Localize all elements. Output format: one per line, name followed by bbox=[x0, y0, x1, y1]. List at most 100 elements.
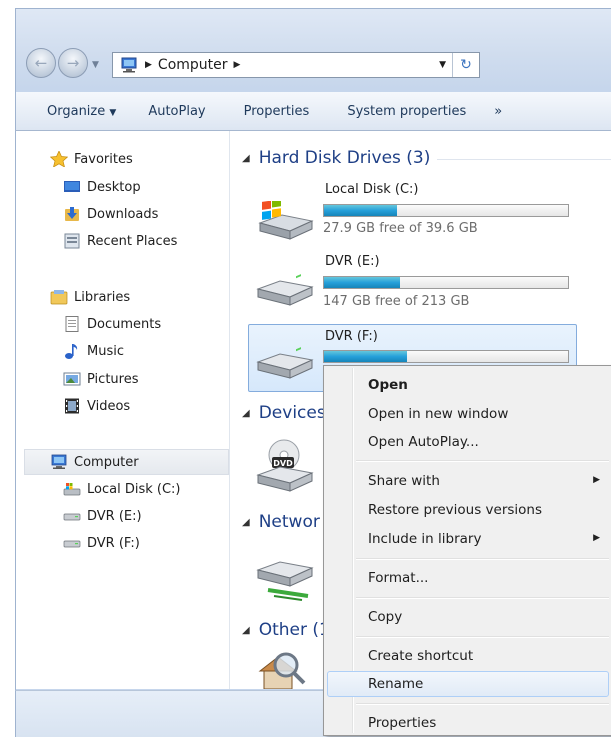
menu-item-include-in-library[interactable]: Include in library bbox=[368, 528, 481, 550]
music-icon bbox=[65, 344, 78, 359]
drive-c-usage-fill bbox=[324, 205, 398, 216]
group-header-other[interactable]: ◢ Other (1 bbox=[242, 620, 330, 640]
desktop-icon bbox=[64, 181, 80, 192]
nav-item-documents[interactable]: Documents bbox=[63, 313, 161, 335]
chevron-right-icon[interactable]: ▶ bbox=[234, 60, 241, 70]
menu-item-open[interactable]: Open bbox=[368, 374, 408, 396]
refresh-button[interactable]: ↻ bbox=[452, 53, 479, 77]
nav-item-label: Desktop bbox=[87, 179, 141, 195]
nav-item-dvr-f[interactable]: DVR (F:) bbox=[63, 532, 140, 554]
nav-favorites[interactable]: Favorites bbox=[50, 148, 133, 170]
svg-text:DVD: DVD bbox=[273, 459, 293, 468]
nav-item-label: Recent Places bbox=[87, 233, 178, 249]
properties-button[interactable]: Properties bbox=[244, 104, 310, 119]
address-segment-computer[interactable]: Computer bbox=[158, 57, 228, 73]
menu-item-open-autoplay[interactable]: Open AutoPlay... bbox=[368, 431, 479, 453]
recent-pages-dropdown[interactable]: ▼ bbox=[92, 60, 99, 70]
downloads-icon bbox=[65, 207, 79, 221]
menu-separator bbox=[356, 703, 609, 705]
collapse-triangle-icon: ◢ bbox=[242, 624, 250, 636]
menu-item-rename[interactable]: Rename bbox=[368, 673, 423, 695]
collapse-triangle-icon: ◢ bbox=[242, 516, 250, 528]
forward-button[interactable]: → bbox=[58, 48, 88, 78]
nav-item-desktop[interactable]: Desktop bbox=[63, 176, 141, 198]
nav-item-local-disk-c[interactable]: Local Disk (C:) bbox=[63, 478, 180, 500]
drive-e-usage-bar bbox=[323, 276, 569, 289]
drive-icon[interactable] bbox=[254, 346, 316, 388]
command-bar: Organize ▼ AutoPlay Properties System pr… bbox=[15, 92, 611, 131]
drive-icon bbox=[63, 513, 81, 521]
nav-libraries[interactable]: Libraries bbox=[50, 286, 130, 308]
navigation-pane: Favorites Desktop Downloads Recent Place… bbox=[15, 131, 229, 689]
collapse-triangle-icon: ◢ bbox=[242, 407, 250, 419]
group-header-network[interactable]: ◢ Networ bbox=[242, 512, 320, 532]
menu-item-properties[interactable]: Properties bbox=[368, 712, 436, 734]
menu-item-open-new-window[interactable]: Open in new window bbox=[368, 403, 508, 425]
menu-separator bbox=[356, 597, 609, 599]
network-drive-icon[interactable] bbox=[254, 556, 316, 604]
back-button[interactable]: ← bbox=[26, 48, 56, 78]
libraries-icon bbox=[50, 290, 68, 305]
menu-separator bbox=[356, 636, 609, 638]
computer-icon bbox=[51, 454, 67, 469]
computer-icon bbox=[121, 57, 137, 73]
nav-libraries-label: Libraries bbox=[74, 289, 131, 305]
group-divider bbox=[437, 159, 611, 160]
nav-computer[interactable]: Computer bbox=[50, 451, 139, 473]
group-header-hard-disks[interactable]: ◢ Hard Disk Drives (3) bbox=[242, 148, 430, 168]
address-bar[interactable]: ▶ Computer ▶ ▼ ↻ bbox=[112, 52, 480, 78]
drive-e-name[interactable]: DVR (E:) bbox=[325, 254, 380, 269]
submenu-arrow-icon: ▶ bbox=[593, 533, 600, 543]
menu-item-copy[interactable]: Copy bbox=[368, 606, 402, 628]
dvd-drive-icon[interactable]: DVD bbox=[254, 437, 316, 495]
menu-separator bbox=[356, 558, 609, 560]
nav-item-videos[interactable]: Videos bbox=[63, 395, 130, 417]
drive-f-usage-fill bbox=[324, 351, 407, 362]
documents-icon bbox=[65, 316, 79, 332]
nav-item-label: DVR (F:) bbox=[87, 535, 140, 551]
menu-item-share-with[interactable]: Share with bbox=[368, 470, 440, 492]
videos-icon bbox=[65, 398, 79, 414]
nav-item-pictures[interactable]: Pictures bbox=[63, 368, 138, 390]
drive-c-free-space: 27.9 GB free of 39.6 GB bbox=[323, 221, 478, 236]
group-header-devices[interactable]: ◢ Devices bbox=[242, 403, 326, 423]
nav-item-music[interactable]: Music bbox=[63, 340, 124, 362]
menu-item-format[interactable]: Format... bbox=[368, 567, 428, 589]
refresh-icon: ↻ bbox=[460, 57, 472, 73]
menu-item-create-shortcut[interactable]: Create shortcut bbox=[368, 645, 473, 667]
windows-drive-icon[interactable] bbox=[254, 201, 316, 243]
system-properties-button[interactable]: System properties bbox=[347, 104, 466, 119]
pictures-icon bbox=[63, 372, 81, 386]
group-header-label: Networ bbox=[258, 512, 320, 532]
nav-item-dvr-e[interactable]: DVR (E:) bbox=[63, 505, 142, 527]
drive-icon[interactable] bbox=[254, 273, 316, 315]
organize-button[interactable]: Organize ▼ bbox=[47, 104, 116, 119]
nav-item-label: Pictures bbox=[87, 371, 139, 387]
chevron-down-icon: ▼ bbox=[92, 60, 99, 70]
nav-item-downloads[interactable]: Downloads bbox=[63, 203, 158, 225]
nav-item-label: Music bbox=[87, 343, 124, 359]
drive-c-name[interactable]: Local Disk (C:) bbox=[325, 182, 418, 197]
organize-label: Organize bbox=[47, 103, 106, 119]
group-header-label: Hard Disk Drives (3) bbox=[258, 148, 431, 168]
nav-computer-label: Computer bbox=[74, 454, 139, 470]
group-header-label: Other (1 bbox=[258, 620, 330, 640]
star-icon bbox=[50, 151, 68, 167]
chevron-right-icon[interactable]: ▶ bbox=[145, 60, 152, 70]
nav-item-label: Local Disk (C:) bbox=[87, 481, 181, 497]
autoplay-button[interactable]: AutoPlay bbox=[148, 104, 205, 119]
drive-f-name[interactable]: DVR (F:) bbox=[325, 329, 378, 344]
menu-item-restore-previous-versions[interactable]: Restore previous versions bbox=[368, 499, 542, 521]
drive-e-free-space: 147 GB free of 213 GB bbox=[323, 294, 470, 309]
nav-item-recent-places[interactable]: Recent Places bbox=[63, 230, 177, 252]
more-commands-button[interactable]: » bbox=[494, 104, 502, 119]
nav-item-label: DVR (E:) bbox=[87, 508, 142, 524]
collapse-triangle-icon: ◢ bbox=[242, 152, 250, 164]
group-header-label: Devices bbox=[258, 403, 326, 423]
media-server-icon[interactable] bbox=[256, 647, 318, 689]
drive-c-usage-bar bbox=[323, 204, 569, 217]
chevron-down-icon: ▼ bbox=[109, 107, 117, 118]
nav-item-label: Videos bbox=[87, 398, 131, 414]
drive-icon bbox=[63, 540, 81, 548]
chevron-down-icon[interactable]: ▼ bbox=[439, 60, 446, 70]
